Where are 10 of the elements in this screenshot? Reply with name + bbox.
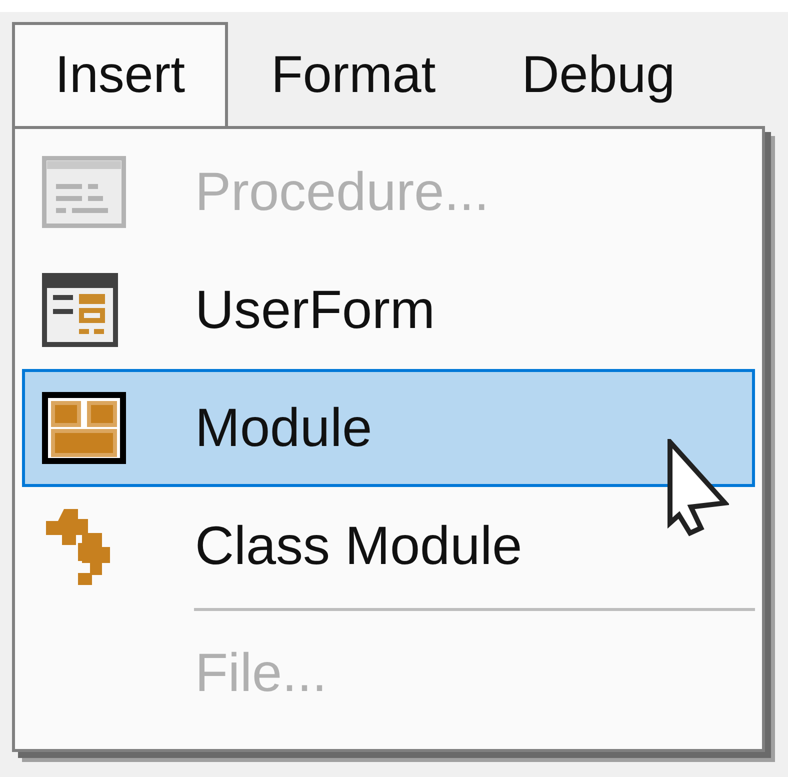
menu-bar-item[interactable]: Format bbox=[228, 22, 479, 128]
menu-bar-item[interactable]: Insert bbox=[12, 22, 228, 128]
menu-bar-item[interactable]: Debug bbox=[478, 22, 718, 128]
menu-item[interactable]: UserForm bbox=[22, 251, 755, 369]
form-icon bbox=[42, 273, 118, 347]
procedure-icon bbox=[42, 156, 126, 228]
menu-item[interactable]: Class Module bbox=[22, 487, 755, 605]
menu-item[interactable]: Module bbox=[22, 369, 755, 487]
module-icon bbox=[42, 392, 126, 464]
mouse-cursor-icon bbox=[668, 439, 729, 536]
